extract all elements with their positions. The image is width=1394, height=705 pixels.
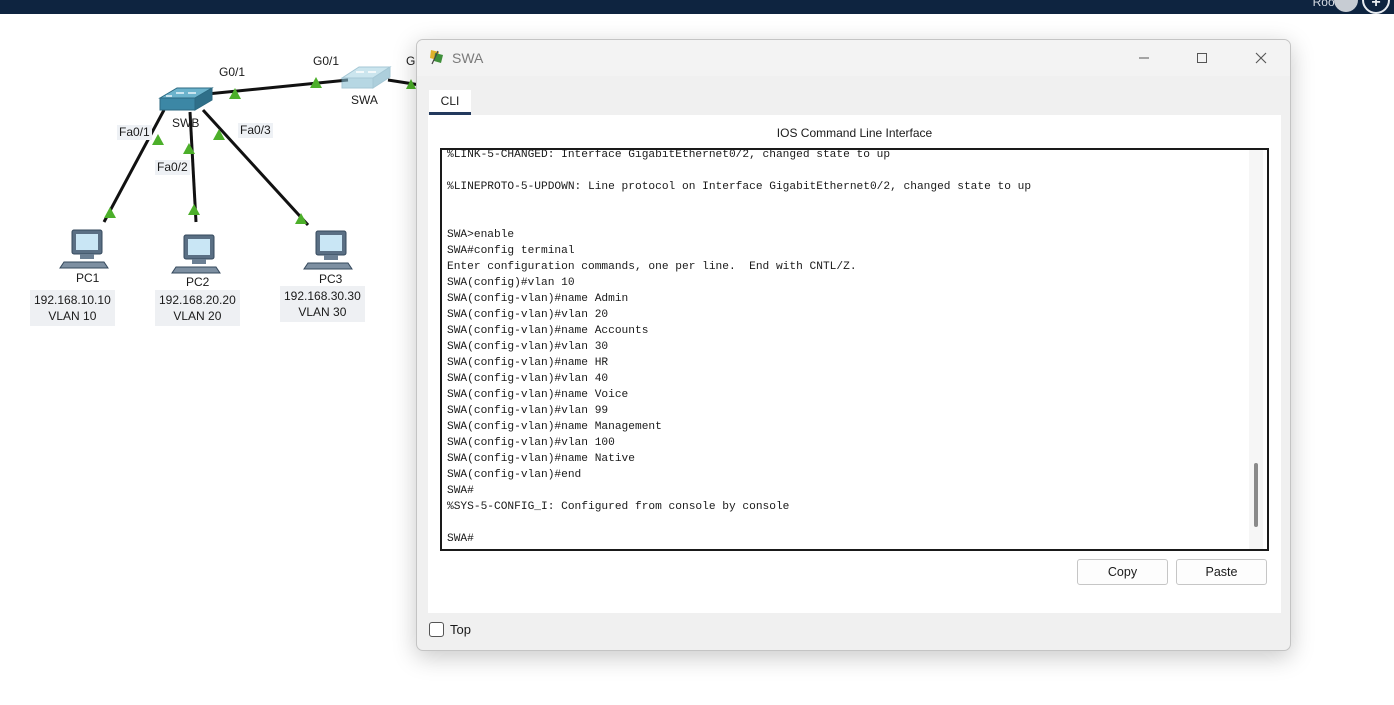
device-window: SWA CLI IOS Command Line Interface %LINK… [416,39,1291,651]
device-label-pc2: PC2 [186,275,210,289]
port-label-fa03: Fa0/3 [238,123,273,138]
terminal-line: SWA#config terminal [447,245,575,257]
terminal-line: SWA(config-vlan)#vlan 99 [447,405,609,417]
terminal-line: %SYS-5-CONFIG_I: Configured from console… [447,501,790,513]
minimize-icon [1139,57,1149,59]
close-button[interactable] [1232,40,1290,76]
pc1-vlan: VLAN 10 [48,309,97,323]
terminal-line: %LINEPROTO-5-UPDOWN: Line protocol on In… [447,181,1032,193]
window-title: SWA [452,50,484,66]
terminal-line: SWA# [447,533,474,545]
port-label-fa01: Fa0/1 [117,125,152,140]
top-checkbox[interactable] [429,622,444,637]
terminal-line: SWA(config-vlan)#name Management [447,421,662,433]
tab-cli[interactable]: CLI [429,90,471,115]
maximize-button[interactable] [1173,40,1231,76]
switch-icon-swb[interactable] [158,87,214,111]
terminal-line: SWA(config)#vlan 10 [447,277,575,289]
terminal-output[interactable]: %LINK-5-CHANGED: Interface GigabitEthern… [440,148,1269,551]
minimize-button[interactable] [1115,40,1173,76]
terminal-line: SWA(config-vlan)#vlan 20 [447,309,609,321]
pc3-vlan: VLAN 30 [298,305,347,319]
pc-icon-pc2[interactable] [171,234,221,274]
device-label-pc3: PC3 [319,272,343,286]
pc2-ip: 192.168.20.20 [159,293,236,307]
pc-icon-pc1[interactable] [59,229,109,269]
terminal-line: SWA(config-vlan)#name Voice [447,389,629,401]
desktop: Root + G0/1 G0/1 G SWA SWB Fa0/1 Fa0/3 F… [0,0,1394,705]
pc1-info: 192.168.10.10 VLAN 10 [30,290,115,326]
link-swb-swa [206,78,349,96]
panel-title: IOS Command Line Interface [776,126,933,140]
terminal-line: SWA# [447,485,474,497]
pc3-info: 192.168.30.30 VLAN 30 [280,286,365,322]
pc3-ip: 192.168.30.30 [284,289,361,303]
top-checkbox-label: Top [450,622,471,637]
terminal-scrollbar-thumb[interactable] [1254,463,1258,527]
copy-button[interactable]: Copy [1077,559,1168,585]
terminal-line: SWA(config-vlan)#vlan 30 [447,341,609,353]
port-label-fa02: Fa0/2 [155,160,190,175]
port-label-swa-g01: G0/1 [313,54,340,68]
terminal-line: %LINK-5-CHANGED: Interface GigabitEthern… [447,149,891,161]
switch-icon-swa[interactable] [340,66,392,89]
terminal-line: Enter configuration commands, one per li… [447,261,857,273]
pc2-info: 192.168.20.20 VLAN 20 [155,290,240,326]
title-bar[interactable]: SWA [417,40,1290,76]
terminal-line: SWA(config-vlan)#vlan 40 [447,373,609,385]
terminal-line: SWA(config-vlan)#name HR [447,357,609,369]
pc2-vlan: VLAN 20 [173,309,222,323]
terminal-line: SWA(config-vlan)#vlan 100 [447,437,615,449]
terminal-line: SWA(config-vlan)#name Accounts [447,325,649,337]
packet-tracer-app-icon [430,50,443,65]
device-label-swa: SWA [351,93,378,107]
pc-icon-pc3[interactable] [303,230,353,270]
maximize-icon [1197,53,1207,63]
terminal-line: SWA(config-vlan)#name Admin [447,293,629,305]
paste-button[interactable]: Paste [1176,559,1267,585]
pc1-ip: 192.168.10.10 [34,293,111,307]
close-icon [1255,52,1267,64]
terminal-line: SWA>enable [447,229,515,241]
cli-panel: IOS Command Line Interface %LINK-5-CHANG… [428,115,1281,613]
device-label-pc1: PC1 [76,271,100,285]
terminal-line: SWA(config-vlan)#name Native [447,453,635,465]
link-up-indicator [104,207,116,218]
device-label-swb: SWB [172,116,200,130]
link-up-indicator [152,134,164,145]
link-up-indicator [188,204,200,215]
port-label-swa-g0x: G [406,54,416,68]
terminal-line: SWA(config-vlan)#end [447,469,582,481]
port-label-swb-g01: G0/1 [219,65,246,79]
terminal-lines: %LINK-5-CHANGED: Interface GigabitEthern… [447,149,1247,547]
